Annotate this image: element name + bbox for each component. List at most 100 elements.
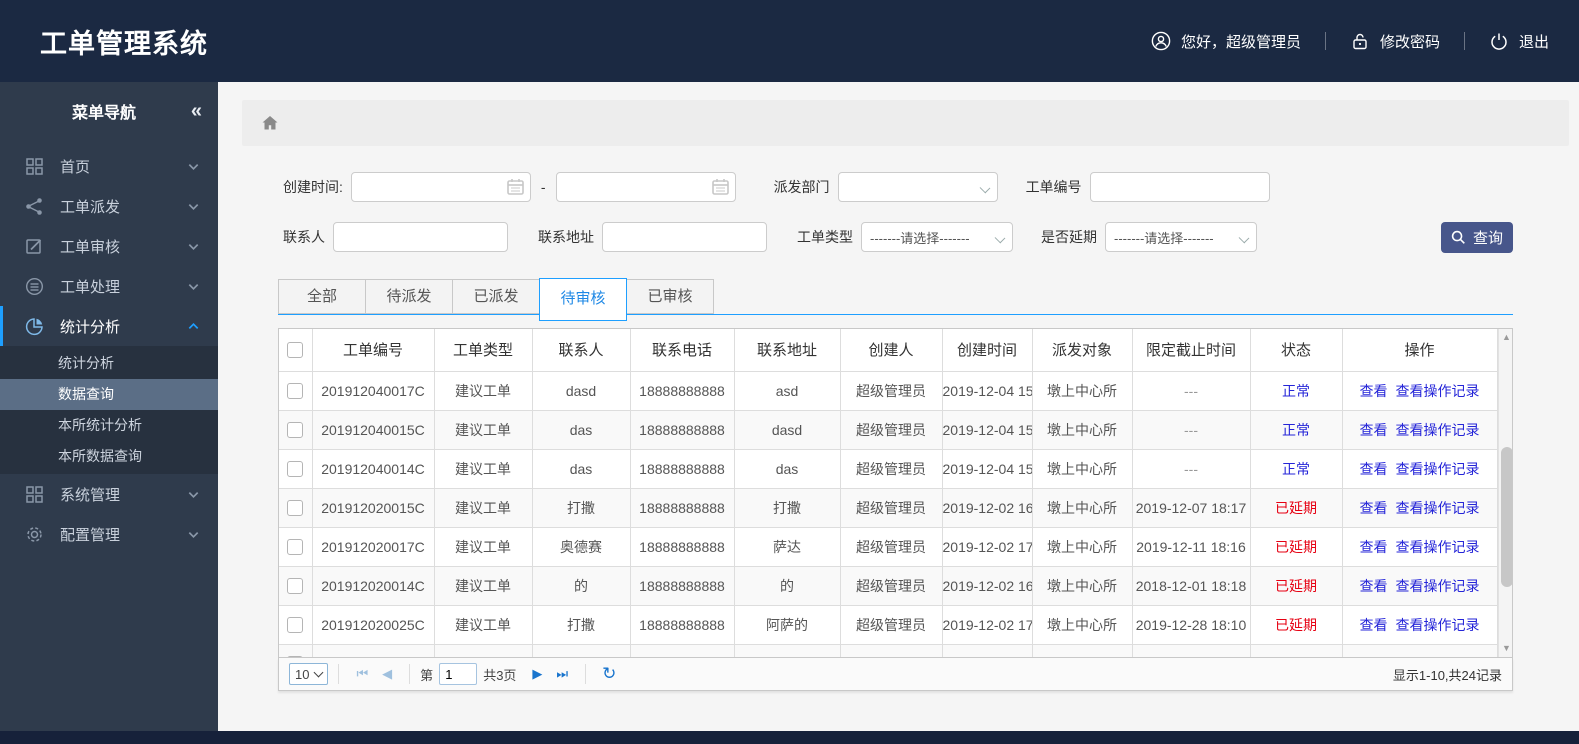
home-icon[interactable]: [260, 113, 280, 133]
cell-type: 建议工单: [434, 410, 533, 450]
address-label: 联系地址: [538, 229, 594, 245]
gear-icon: [25, 525, 44, 544]
chevron-down-icon: [187, 240, 200, 253]
row-checkbox[interactable]: [287, 539, 304, 556]
view-log-link[interactable]: 查看操作记录: [1396, 383, 1480, 399]
tab-2[interactable]: 已派发: [452, 279, 540, 314]
row-checkbox[interactable]: [287, 578, 304, 595]
pie-chart-icon: [25, 317, 44, 336]
cell-creator: 超级管理员: [840, 605, 943, 645]
cell-actions: 查看 查看操作记录: [1342, 410, 1498, 450]
sidebar-item-4[interactable]: 统计分析: [0, 306, 218, 346]
user-greeting[interactable]: 您好，超级管理员: [1151, 31, 1301, 52]
contact-input[interactable]: [333, 222, 508, 252]
dispatch-dept-select[interactable]: [837, 172, 998, 202]
cell-creator: 超级管理员: [840, 566, 943, 606]
delayed-label: 是否延期: [1041, 229, 1097, 245]
view-log-link[interactable]: 查看操作记录: [1396, 578, 1480, 594]
view-link[interactable]: 查看: [1360, 617, 1388, 633]
cell-target: 墩上中心所: [1032, 410, 1133, 450]
logout-button[interactable]: 退出: [1489, 31, 1549, 52]
view-log-link[interactable]: 查看操作记录: [1396, 539, 1480, 555]
logout-label: 退出: [1518, 33, 1549, 51]
sidebar-subitem-4-1[interactable]: 数据查询: [0, 379, 218, 410]
calendar-icon[interactable]: [711, 178, 729, 195]
sidebar-subitem-4-2[interactable]: 本所统计分析: [0, 410, 218, 441]
chevron-down-icon: [994, 232, 1006, 244]
delayed-select[interactable]: -------请选择-------: [1105, 222, 1257, 252]
next-page-button[interactable]: ▶: [532, 666, 542, 682]
tab-3[interactable]: 待审核: [539, 278, 627, 321]
scrollbar-thumb[interactable]: [1500, 447, 1512, 587]
search-button[interactable]: 查询: [1441, 221, 1513, 253]
calendar-icon[interactable]: [507, 178, 524, 195]
order-no-input[interactable]: [1089, 172, 1270, 202]
view-link[interactable]: 查看: [1360, 539, 1388, 555]
page-size-select[interactable]: 10: [289, 663, 329, 685]
view-link[interactable]: 查看: [1360, 500, 1388, 516]
sidebar-item-1[interactable]: 工单派发: [0, 186, 218, 226]
sidebar-collapse-button[interactable]: «: [191, 100, 202, 123]
order-type-select[interactable]: -------请选择-------: [861, 222, 1013, 252]
sidebar-item-6[interactable]: 配置管理: [0, 514, 218, 554]
prev-page-button[interactable]: ◀: [382, 666, 392, 682]
cell-deadline: ---: [1132, 410, 1251, 450]
view-log-link[interactable]: 查看操作记录: [1396, 422, 1480, 438]
scroll-down-arrow[interactable]: ▼: [1499, 640, 1513, 657]
view-link[interactable]: 查看: [1360, 461, 1388, 477]
table-row: 201912040017C 建议工单 dasd 18888888888 asd …: [279, 371, 1498, 411]
address-input[interactable]: [602, 222, 767, 252]
last-page-button[interactable]: ⏭: [556, 666, 568, 682]
refresh-icon[interactable]: ↻: [602, 664, 616, 684]
view-log-link[interactable]: 查看操作记录: [1396, 500, 1480, 516]
column-header: 工单类型: [434, 329, 533, 372]
view-log-link[interactable]: 查看操作记录: [1396, 617, 1480, 633]
divider: [585, 664, 587, 684]
change-password-button[interactable]: 修改密码: [1350, 31, 1440, 52]
view-log-link[interactable]: 查看操作记录: [1396, 461, 1480, 477]
sidebar-item-5[interactable]: 系统管理: [0, 474, 218, 514]
cell-actions: 查看 查看操作记录: [1342, 605, 1498, 645]
sidebar-subitem-4-0[interactable]: 统计分析: [0, 348, 218, 379]
chevron-down-icon: [314, 667, 324, 678]
date-from-input[interactable]: [350, 172, 531, 202]
sidebar-item-0[interactable]: 首页: [0, 146, 218, 186]
column-header: 联系人: [532, 329, 631, 372]
view-link[interactable]: 查看: [1360, 383, 1388, 399]
cell-actions: 查看 查看操作记录: [1342, 566, 1498, 606]
date-to-input[interactable]: [555, 172, 736, 202]
grid-icon: [25, 157, 44, 176]
page-number-input[interactable]: [439, 663, 478, 685]
sidebar-nav-title: 菜单导航: [72, 105, 137, 122]
view-link[interactable]: 查看: [1360, 578, 1388, 594]
table-row: 201912020017C 建议工单 奥德赛 18888888888 萨达 超级…: [279, 527, 1498, 567]
tab-1[interactable]: 待派发: [365, 279, 453, 314]
order-no-label: 工单编号: [1025, 179, 1082, 195]
cell-target: 墩上中心所: [1032, 527, 1133, 567]
sidebar-subitem-4-3[interactable]: 本所数据查询: [0, 441, 218, 472]
sidebar-item-label: 首页: [60, 158, 91, 176]
tab-0[interactable]: 全部: [278, 279, 366, 314]
sidebar-item-3[interactable]: 工单处理: [0, 266, 218, 306]
cell-address: 阿萨的: [734, 605, 841, 645]
row-checkbox[interactable]: [287, 461, 304, 478]
cell-created: 2019-12-02 17: [942, 527, 1033, 567]
greeting-text: 您好，超级管理员: [1180, 33, 1301, 51]
row-checkbox[interactable]: [287, 383, 304, 400]
view-link[interactable]: 查看: [1360, 422, 1388, 438]
cell-target: 墩上中心所: [1032, 371, 1133, 411]
select-all-checkbox[interactable]: [287, 342, 304, 359]
cell-phone: 18888888888: [630, 527, 735, 567]
row-checkbox[interactable]: [287, 422, 304, 439]
sidebar-item-2[interactable]: 工单审核: [0, 226, 218, 266]
vertical-scrollbar[interactable]: ▲ ▼: [1497, 329, 1513, 657]
cell-actions: 查看 查看操作记录: [1342, 449, 1498, 489]
contact-label: 联系人: [283, 229, 325, 245]
first-page-button[interactable]: ⏮: [356, 666, 368, 682]
scroll-up-arrow[interactable]: ▲: [1499, 329, 1513, 346]
row-checkbox[interactable]: [287, 617, 304, 634]
sidebar-item-label: 工单审核: [60, 238, 121, 256]
row-checkbox[interactable]: [287, 500, 304, 517]
tab-4[interactable]: 已审核: [626, 279, 714, 314]
row-checkbox[interactable]: [287, 656, 304, 657]
